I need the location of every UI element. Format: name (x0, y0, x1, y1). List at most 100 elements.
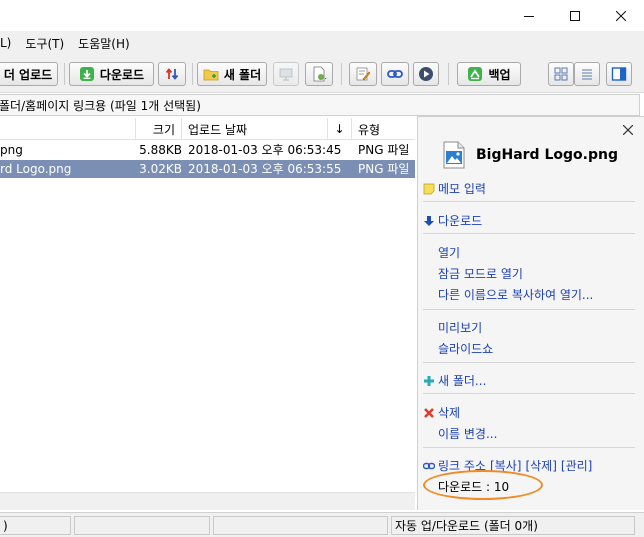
sync-button[interactable] (158, 62, 186, 86)
close-icon (623, 125, 633, 135)
minimize-button[interactable] (506, 0, 552, 31)
status-cell-right: 자동 업/다운로드 (폴더 0개) (391, 516, 635, 535)
backup-label: 백업 (488, 67, 511, 82)
folder-plus-icon (203, 66, 219, 82)
panel-divider (423, 362, 635, 363)
column-header-type[interactable]: 유형 (352, 118, 415, 140)
path-bar: 폴더/홈페이지 링크용 (파일 1개 선택됨) (0, 94, 640, 116)
play-icon (418, 66, 434, 82)
column-header-sort[interactable]: ↓ (328, 118, 352, 140)
close-button[interactable] (598, 0, 644, 31)
status-cell-left: ) (0, 516, 71, 535)
close-icon (616, 10, 626, 21)
edit-button[interactable] (349, 62, 377, 86)
rename-link[interactable]: 이름 변경... (438, 425, 497, 442)
backup-button[interactable]: 백업 (457, 62, 521, 86)
table-row[interactable]: png 5.88KB 2018-01-03 오후 06:53:45 PNG 파일 (0, 141, 415, 159)
minimize-icon (524, 15, 534, 17)
panel-view-button[interactable] (606, 62, 632, 86)
play-button[interactable] (413, 62, 439, 86)
link-address-label: 링크 주소 (438, 459, 486, 473)
present-button[interactable] (273, 62, 299, 86)
list-view-button[interactable] (574, 62, 600, 86)
file-name: rd Logo.png (0, 162, 72, 176)
download-label: 다운로드 (99, 67, 145, 82)
up-down-arrows-icon (164, 66, 180, 82)
status-bar: ) 자동 업/다운로드 (폴더 0개) (0, 512, 644, 537)
panel-download-link[interactable]: 다운로드 (423, 212, 482, 229)
menu-item-tools[interactable]: 도구(T) (23, 35, 66, 52)
link-address-row: 링크 주소 [복사] [삭제] [관리] (423, 457, 592, 474)
panel-close-button[interactable] (620, 122, 636, 138)
menu-item-partial[interactable]: L) (0, 36, 13, 50)
panel-new-folder-link[interactable]: 새 폴더... (423, 372, 486, 389)
open-link[interactable]: 열기 (438, 244, 460, 261)
resize-grip[interactable] (636, 517, 644, 535)
monitor-icon (278, 66, 294, 82)
download-count: 다운로드 : 10 (438, 480, 510, 494)
column-date-label: 업로드 날짜 (188, 122, 248, 137)
file-gear-icon (311, 66, 327, 82)
menu-item-help[interactable]: 도움말(H) (76, 35, 132, 52)
file-options-button[interactable] (305, 62, 333, 86)
maximize-icon (570, 10, 580, 21)
memo-link[interactable]: 메모 입력 (423, 180, 486, 197)
panel-divider (423, 309, 635, 310)
save-as-open-link[interactable]: 다른 이름으로 복사하여 열기... (438, 286, 593, 303)
path-text: 폴더/홈페이지 링크용 (파일 1개 선택됨) (0, 98, 201, 113)
image-file-icon (443, 141, 465, 169)
horizontal-scrollbar[interactable] (0, 492, 415, 510)
panel-divider (423, 201, 635, 202)
file-date: 2018-01-03 오후 06:53:55 (188, 162, 342, 176)
backup-icon (467, 66, 483, 82)
toolbar-separator (448, 63, 449, 85)
file-date: 2018-01-03 오후 06:53:45 (188, 143, 342, 157)
chain-link-icon (423, 460, 435, 472)
toolbar-separator (341, 63, 342, 85)
new-folder-button[interactable]: 새 폴더 (197, 62, 267, 86)
file-list: 크기 업로드 날짜 ↓ 유형 png 5.88KB 2018-01-03 오후 … (0, 118, 415, 510)
edit-note-icon (355, 66, 371, 82)
link-manage-button[interactable]: [관리] (561, 457, 592, 474)
download-arrow-icon (79, 66, 95, 82)
toolbar-separator (192, 63, 193, 85)
menu-bar: L) 도구(T) 도움말(H) (0, 31, 644, 55)
upload-label: 더 업로드 (3, 67, 53, 82)
title-bar (0, 0, 644, 31)
plus-icon (423, 375, 435, 387)
column-header-name[interactable] (0, 118, 136, 140)
file-type: PNG 파일 (358, 143, 410, 157)
file-size: 5.88KB (139, 143, 182, 157)
panel-download-label: 다운로드 (438, 214, 483, 228)
column-header-size[interactable]: 크기 (136, 118, 182, 140)
panel-new-folder-label: 새 폴더... (438, 374, 487, 388)
link-copy-button[interactable]: [복사] (490, 457, 521, 474)
table-row-selected[interactable]: rd Logo.png 3.02KB 2018-01-03 오후 06:53:5… (0, 160, 415, 178)
link-button[interactable] (381, 62, 409, 86)
chain-link-icon (387, 66, 403, 82)
panel-filename: BigHard Logo.png (476, 147, 618, 163)
status-cell-middle (74, 516, 210, 535)
sort-arrow-icon: ↓ (334, 122, 345, 136)
status-cell-middle-2 (213, 516, 388, 535)
upload-button[interactable]: 더 업로드 (0, 62, 58, 86)
file-size: 3.02KB (139, 162, 182, 176)
panel-divider (423, 393, 635, 394)
column-type-label: 유형 (358, 122, 381, 137)
new-folder-label: 새 폴더 (223, 67, 262, 82)
maximize-button[interactable] (552, 0, 598, 31)
download-button[interactable]: 다운로드 (69, 62, 154, 86)
column-header-date[interactable]: 업로드 날짜 (182, 118, 328, 140)
delete-x-icon (423, 407, 435, 419)
status-left-text: ) (3, 518, 8, 533)
panel-divider (423, 447, 635, 448)
delete-link[interactable]: 삭제 (423, 404, 460, 421)
link-delete-button[interactable]: [삭제] (525, 457, 556, 474)
thumbnail-view-button[interactable] (548, 62, 574, 86)
file-type: PNG 파일 (358, 162, 410, 176)
open-locked-link[interactable]: 잠금 모드로 열기 (438, 265, 523, 282)
preview-link[interactable]: 미리보기 (438, 319, 482, 336)
download-arrow-icon (423, 215, 435, 227)
slideshow-link[interactable]: 슬라이드쇼 (438, 340, 493, 357)
file-name: png (0, 143, 23, 157)
